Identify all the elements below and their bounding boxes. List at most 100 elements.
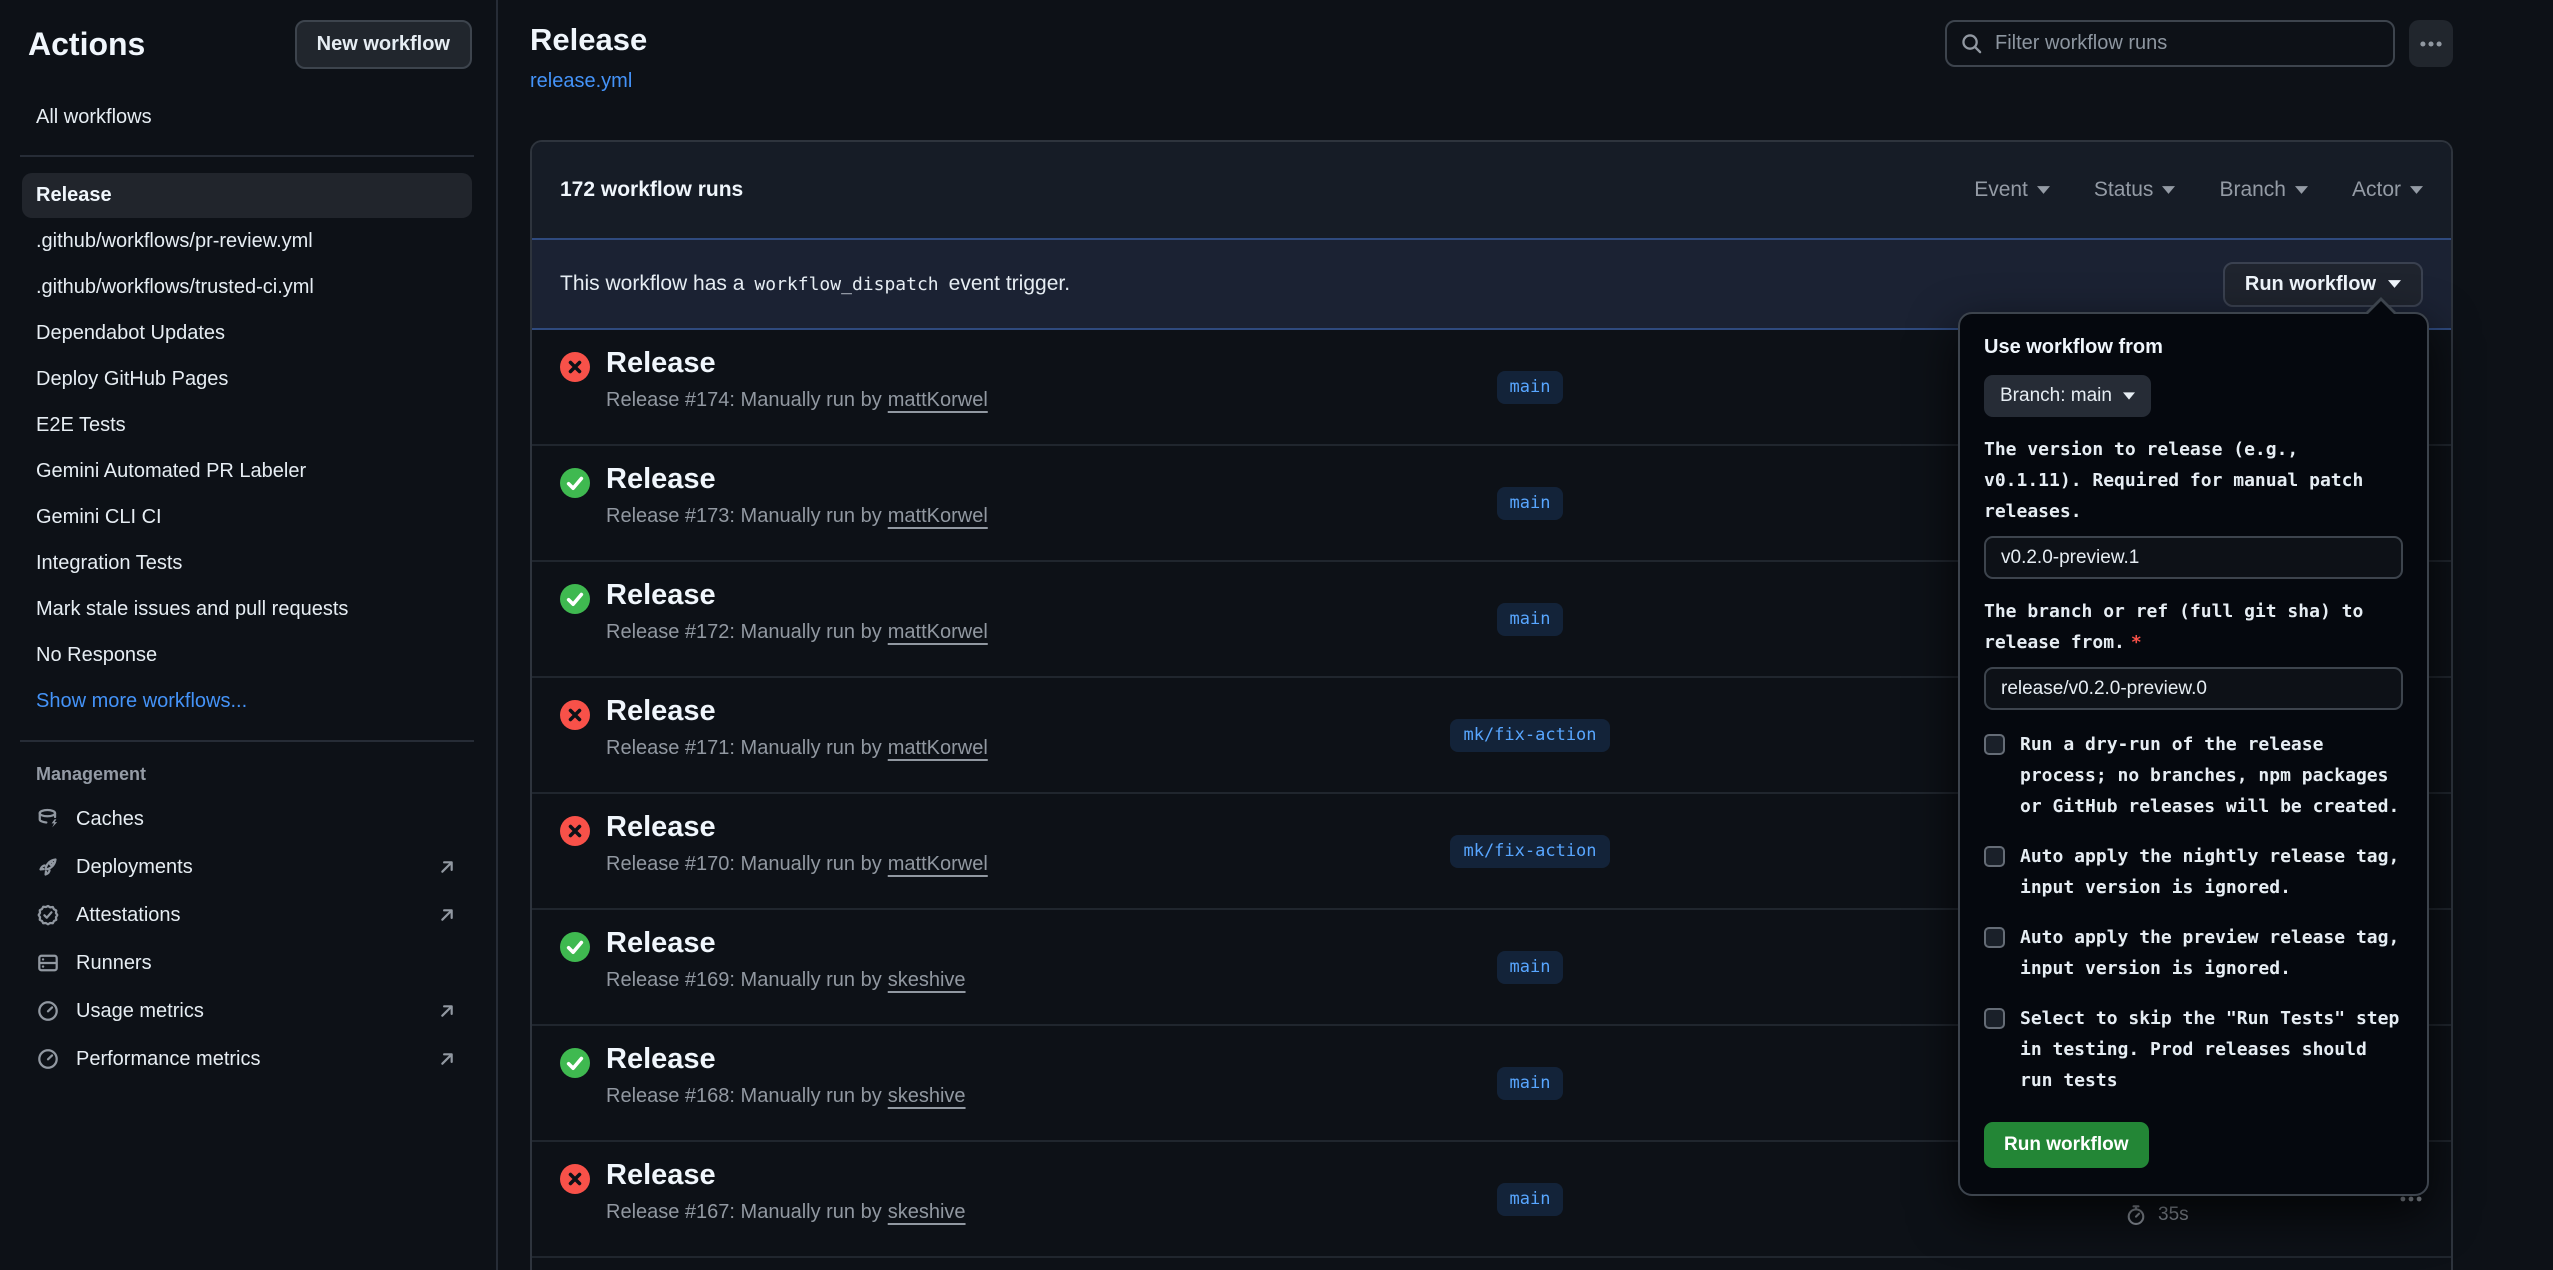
stopwatch-icon <box>2125 1204 2147 1226</box>
run-subtitle-text: Release #172: Manually run by <box>606 621 882 643</box>
sidebar-workflow-item[interactable]: Integration Tests <box>22 541 472 586</box>
workflow-file-link[interactable]: release.yml <box>530 70 632 93</box>
chevron-down-icon <box>2037 186 2050 194</box>
run-title-link[interactable]: Release <box>606 811 716 844</box>
external-link-icon <box>436 904 458 926</box>
branch-badge[interactable]: main <box>1497 487 1564 520</box>
run-filter-dropdown[interactable]: Branch <box>2219 178 2308 202</box>
show-more-workflows-link[interactable]: Show more workflows... <box>22 679 472 724</box>
runs-panel-header: 172 workflow runs Event Status Branch <box>532 142 2451 238</box>
sidebar-workflow-item[interactable]: Dependabot Updates <box>22 311 472 356</box>
run-title-link[interactable]: Release <box>606 1043 716 1076</box>
run-actor-link[interactable]: mattKorwel <box>888 505 988 527</box>
run-actor-link[interactable]: mattKorwel <box>888 621 988 643</box>
sidebar-item-all-workflows[interactable]: All workflows <box>22 95 472 139</box>
management-section-label: Management <box>22 758 472 795</box>
run-subtitle: Release #173: Manually run bymattKorwel <box>606 505 1350 528</box>
branch-badge[interactable]: main <box>1497 371 1564 404</box>
checkbox[interactable] <box>1984 734 2005 755</box>
check-circle-fill-icon <box>560 468 590 498</box>
run-title-link[interactable]: Release <box>606 579 716 612</box>
sidebar-workflow-item[interactable]: Release <box>22 173 472 218</box>
branch-badge[interactable]: main <box>1497 951 1564 984</box>
branch-badge[interactable]: main <box>1497 1183 1564 1216</box>
run-workflow-submit-button[interactable]: Run workflow <box>1984 1122 2149 1168</box>
branch-selector-dropdown[interactable]: Branch: main <box>1984 375 2151 417</box>
run-title-link[interactable]: Release <box>606 463 716 496</box>
workflow-options-kebab-button[interactable] <box>2409 20 2453 67</box>
run-branch-cell: main <box>1350 910 1710 1024</box>
checkbox-label: Run a dry-run of the release process; no… <box>2020 729 2403 822</box>
ref-input[interactable] <box>1984 667 2403 710</box>
run-title-link[interactable]: Release <box>606 695 716 728</box>
run-subtitle-text: Release #171: Manually run by <box>606 737 882 759</box>
verified-badge-icon <box>36 903 60 927</box>
banner-text: This workflow has a <box>560 272 744 296</box>
x-circle-fill-icon <box>560 816 590 846</box>
meter-icon <box>36 1047 60 1071</box>
run-status-icon <box>560 584 590 614</box>
checkbox[interactable] <box>1984 1008 2005 1029</box>
run-subtitle: Release #169: Manually run byskeshive <box>606 969 1350 992</box>
sidebar-workflow-item[interactable]: .github/workflows/pr-review.yml <box>22 219 472 264</box>
management-list: Caches <box>22 795 472 1083</box>
run-filter-label: Status <box>2094 178 2154 202</box>
branch-badge[interactable]: main <box>1497 603 1564 636</box>
management-item-label: Runners <box>76 952 152 975</box>
run-status-icon <box>560 816 590 846</box>
external-link-icon <box>436 856 458 878</box>
run-actor-link[interactable]: mattKorwel <box>888 853 988 875</box>
run-title-link[interactable]: Release <box>606 347 716 380</box>
run-actor-link[interactable]: skeshive <box>888 1201 966 1223</box>
meter-icon <box>36 999 60 1023</box>
sidebar-workflow-item[interactable]: No Response <box>22 633 472 678</box>
x-circle-fill-icon <box>560 352 590 382</box>
run-title-link[interactable]: Release <box>606 927 716 960</box>
run-subtitle: Release #171: Manually run by mattKorwel <box>606 737 1350 760</box>
management-item[interactable]: Runners <box>22 939 472 987</box>
branch-selector-label: Branch: main <box>2000 385 2112 407</box>
management-item-label: Usage metrics <box>76 1000 204 1023</box>
run-actor-link[interactable]: skeshive <box>888 969 966 991</box>
x-circle-fill-icon <box>560 700 590 730</box>
run-filter-dropdown[interactable]: Event <box>1974 178 2050 202</box>
management-item[interactable]: Caches <box>22 795 472 843</box>
run-actor-link[interactable]: mattKorwel <box>888 737 988 759</box>
run-branch-cell: main <box>1350 562 1710 676</box>
sidebar-title: Actions <box>28 26 145 63</box>
sidebar-workflow-item[interactable]: Gemini CLI CI <box>22 495 472 540</box>
checkbox-label: Auto apply the nightly release tag, inpu… <box>2020 841 2403 903</box>
run-status-icon <box>560 1048 590 1078</box>
external-link-icon <box>436 1048 458 1070</box>
filter-workflow-runs-input[interactable] <box>1945 20 2395 67</box>
run-duration: 35s <box>2158 1204 2189 1226</box>
checkbox[interactable] <box>1984 927 2005 948</box>
run-filter-dropdown[interactable]: Status <box>2094 178 2176 202</box>
branch-badge[interactable]: main <box>1497 1067 1564 1100</box>
sidebar-workflow-item[interactable]: .github/workflows/trusted-ci.yml <box>22 265 472 310</box>
management-item[interactable]: Performance metrics <box>22 1035 472 1083</box>
top-actions <box>1945 20 2453 67</box>
sidebar-workflow-item[interactable]: Gemini Automated PR Labeler <box>22 449 472 494</box>
management-item[interactable]: Deployments <box>22 843 472 891</box>
run-main: Release Release #173: Manually run bymat… <box>606 463 1350 560</box>
checkbox[interactable] <box>1984 846 2005 867</box>
sidebar-workflow-item[interactable]: Mark stale issues and pull requests <box>22 587 472 632</box>
run-actor-link[interactable]: skeshive <box>888 1085 966 1107</box>
management-item[interactable]: Usage metrics <box>22 987 472 1035</box>
sidebar-workflow-item[interactable]: E2E Tests <box>22 403 472 448</box>
sidebar-workflow-item[interactable]: Deploy GitHub Pages <box>22 357 472 402</box>
run-title-link[interactable]: Release <box>606 1159 716 1192</box>
run-actor-link[interactable]: mattKorwel <box>888 389 988 411</box>
run-main: Release Release #172: Manually run by mat… <box>606 579 1350 676</box>
run-workflow-button-label: Run workflow <box>2245 273 2376 296</box>
new-workflow-button[interactable]: New workflow <box>295 20 472 69</box>
branch-badge[interactable]: mk/fix-action <box>1450 719 1609 752</box>
run-filter-dropdown[interactable]: Actor <box>2352 178 2423 202</box>
check-circle-fill-icon <box>560 1048 590 1078</box>
version-input[interactable] <box>1984 536 2403 579</box>
run-filters: Event Status Branch Actor <box>1974 178 2423 202</box>
chevron-down-icon <box>2410 186 2423 194</box>
management-item[interactable]: Attestations <box>22 891 472 939</box>
branch-badge[interactable]: mk/fix-action <box>1450 835 1609 868</box>
